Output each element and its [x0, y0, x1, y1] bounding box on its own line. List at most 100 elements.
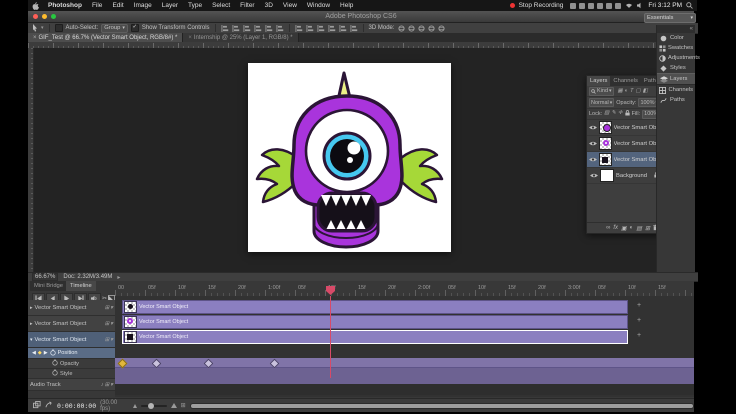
add-media-icon[interactable]: ⊞: [105, 321, 110, 327]
menubar-status-icon[interactable]: [597, 3, 603, 9]
document-tab-active[interactable]: ×GIF_Test @ 66.7% (Vector Smart Object, …: [28, 33, 183, 42]
menu-image[interactable]: Image: [129, 2, 157, 9]
stopwatch-icon[interactable]: [50, 349, 56, 358]
add-to-track-icon[interactable]: +: [634, 332, 644, 339]
record-dot-icon[interactable]: [510, 3, 515, 8]
distribute-top-icon[interactable]: [295, 25, 303, 32]
distribute-left-icon[interactable]: [328, 25, 336, 32]
3d-scale-icon[interactable]: [438, 25, 445, 32]
lock-position-icon[interactable]: ✛: [618, 110, 623, 118]
align-left-icon[interactable]: [221, 25, 229, 32]
timeline-track-header[interactable]: ▸Vector Smart Object⊞▾: [28, 316, 115, 332]
chevron-down-icon[interactable]: ▾: [110, 382, 113, 388]
disclosure-triangle-icon[interactable]: ▸: [30, 305, 33, 311]
stopwatch-icon[interactable]: [52, 369, 58, 378]
add-keyframe-icon[interactable]: ◆: [38, 350, 42, 356]
tab-channels[interactable]: Channels: [610, 76, 641, 86]
volume-icon[interactable]: [637, 2, 644, 9]
add-media-icon[interactable]: ⊞: [105, 382, 110, 388]
layer-visibility-eye-icon[interactable]: [589, 157, 597, 162]
audio-lane[interactable]: [115, 384, 694, 395]
timeline-scrollbar[interactable]: [190, 403, 694, 409]
keyframe-diamond[interactable]: [152, 359, 162, 369]
tab-layers[interactable]: Layers: [587, 76, 610, 86]
blend-mode-dropdown[interactable]: Normal▾: [589, 98, 614, 107]
menu-layer[interactable]: Layer: [157, 2, 183, 9]
document-canvas[interactable]: [248, 63, 451, 252]
menu-edit[interactable]: Edit: [107, 2, 128, 9]
tool-preset-chevron-icon[interactable]: ▾: [41, 25, 44, 31]
wifi-icon[interactable]: [625, 2, 633, 9]
render-video-icon[interactable]: [45, 401, 53, 411]
scrollbar-thumb[interactable]: [191, 404, 693, 408]
disclosure-triangle-icon[interactable]: ▸: [30, 321, 33, 327]
layer-thumbnail[interactable]: [600, 169, 614, 182]
timeline-zoom-slider[interactable]: [141, 405, 167, 407]
filter-shape-icon[interactable]: ▢: [635, 88, 640, 94]
layer-thumbnail[interactable]: [599, 153, 612, 166]
add-to-track-icon[interactable]: +: [634, 317, 644, 324]
keyframe-diamond[interactable]: [118, 359, 128, 369]
align-center-h-icon[interactable]: [232, 25, 240, 32]
close-icon[interactable]: ×: [33, 35, 37, 41]
link-layers-icon[interactable]: ∞: [606, 225, 610, 231]
opacity-property-row[interactable]: Opacity: [28, 359, 115, 369]
layer-row[interactable]: Vector Smart Object: [587, 120, 661, 136]
layer-thumbnail[interactable]: [599, 137, 612, 150]
timeline-clip-bar[interactable]: Vector Smart Object: [122, 315, 628, 329]
audio-track-header[interactable]: Audio Track ♪⊞▾: [28, 379, 115, 391]
menubar-status-icon[interactable]: [570, 3, 576, 9]
lock-transparent-icon[interactable]: ▨: [604, 110, 609, 118]
menu-filter[interactable]: Filter: [235, 2, 259, 9]
zoom-out-timeline-icon[interactable]: [133, 404, 137, 408]
dock-item-layers[interactable]: Layers: [657, 73, 695, 85]
stopwatch-icon[interactable]: [52, 359, 58, 368]
auto-select-dropdown[interactable]: Group▾: [101, 24, 128, 33]
stop-recording-menu[interactable]: Stop Recording: [519, 2, 564, 9]
status-flyout-icon[interactable]: ▸: [117, 274, 120, 281]
menubar-status-icon[interactable]: [606, 3, 612, 9]
menu-type[interactable]: Type: [183, 2, 207, 9]
document-tab-inactive[interactable]: ×Internship @ 25% (Layer 1, RGB/8) *: [183, 33, 298, 42]
menu-3d[interactable]: 3D: [260, 2, 278, 9]
tab-timeline[interactable]: Timeline: [66, 281, 96, 291]
add-media-icon[interactable]: ⊞: [105, 337, 110, 343]
position-property-row[interactable]: ◀ ◆ ▶ Position: [28, 348, 115, 359]
layer-visibility-eye-icon[interactable]: [589, 125, 597, 130]
menu-window[interactable]: Window: [302, 2, 335, 9]
filter-kind-dropdown[interactable]: Kind▾: [589, 87, 614, 96]
layer-visibility-eye-icon[interactable]: [589, 141, 597, 146]
timeline-clip-bar[interactable]: Vector Smart Object: [122, 330, 628, 344]
prev-keyframe-icon[interactable]: ◀: [32, 350, 36, 356]
filter-smart-icon[interactable]: ◧: [643, 88, 648, 94]
layer-style-fx-icon[interactable]: fx: [613, 225, 618, 231]
distribute-right-icon[interactable]: [350, 25, 358, 32]
lock-all-icon[interactable]: [625, 110, 630, 118]
distribute-center-v-icon[interactable]: [306, 25, 314, 32]
spotlight-search-icon[interactable]: [686, 2, 693, 9]
3d-slide-icon[interactable]: [428, 25, 435, 32]
filter-pixel-icon[interactable]: ▦: [618, 88, 623, 94]
zoom-slider-handle[interactable]: [148, 403, 154, 409]
move-tool-icon[interactable]: [32, 24, 38, 32]
layer-row[interactable]: Vector Smart Object: [587, 152, 661, 168]
timeline-track-header[interactable]: ▾Vector Smart Object⊞▾: [28, 332, 115, 348]
disclosure-triangle-icon[interactable]: ▾: [30, 337, 33, 343]
adjustment-layer-icon[interactable]: ◐: [630, 225, 634, 231]
timeline-track-area[interactable]: Vector Smart Object + Vector Smart Object +…: [115, 296, 694, 397]
layer-thumbnail[interactable]: [599, 121, 612, 134]
menu-file[interactable]: File: [87, 2, 107, 9]
new-layer-icon[interactable]: ⊞: [645, 225, 650, 232]
lock-pixels-icon[interactable]: ✎: [611, 110, 616, 118]
menubar-status-icon[interactable]: [615, 3, 621, 9]
panel-options-icon[interactable]: ⊞: [181, 402, 186, 409]
filter-type-icon[interactable]: T: [630, 88, 633, 94]
music-note-icon[interactable]: ♪: [101, 382, 104, 388]
menu-select[interactable]: Select: [207, 2, 235, 9]
dock-item-swatches[interactable]: Swatches: [657, 43, 695, 53]
apple-icon[interactable]: [28, 2, 43, 10]
dock-item-color[interactable]: Color: [657, 33, 695, 43]
layer-mask-icon[interactable]: ▣: [621, 225, 627, 232]
align-right-icon[interactable]: [243, 25, 251, 32]
dock-item-paths[interactable]: Paths: [657, 95, 695, 105]
